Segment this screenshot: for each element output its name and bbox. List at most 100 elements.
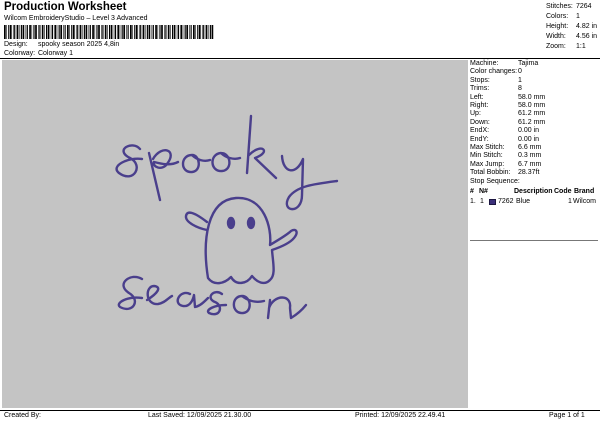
barcode-bar <box>132 25 133 39</box>
barcode-bar <box>126 25 127 39</box>
barcode-bar <box>151 25 153 39</box>
barcode-bar <box>198 25 201 39</box>
spooky-k <box>245 114 278 180</box>
col-description: Description <box>514 188 553 196</box>
info-label: Trims: <box>470 85 490 93</box>
col-brand: Brand <box>574 188 595 196</box>
barcode-bar <box>107 25 108 39</box>
info-row: Min Stitch: 0.3 mm <box>470 152 598 160</box>
design-preview[interactable] <box>2 60 468 408</box>
barcode-bar <box>54 25 57 39</box>
barcode-bar <box>113 25 115 39</box>
barcode-bar <box>127 25 129 39</box>
ghost-right-eye <box>246 216 256 230</box>
info-row: Machine: Tajima <box>470 60 598 68</box>
barcode-bar <box>8 25 10 39</box>
spooky-y <box>280 154 339 211</box>
stat-value: 4.56 in <box>576 33 598 40</box>
info-row: EndX: 0.00 in <box>470 127 598 135</box>
barcode-bar <box>47 25 50 39</box>
season-o <box>232 294 266 315</box>
season-s1 <box>117 275 144 310</box>
info-row: Color changes:0 <box>470 68 598 76</box>
info-label: Left: <box>470 93 484 101</box>
stat-value: 1 <box>576 13 580 20</box>
info-label: EndY: <box>470 135 489 143</box>
barcode-bar <box>29 25 31 39</box>
spooky-s <box>115 144 144 178</box>
barcode-bar <box>152 25 154 39</box>
info-label: Machine: <box>470 60 499 67</box>
barcode-bar <box>172 25 174 39</box>
colorway-row: Colorway: Colorway 1 <box>4 50 73 57</box>
barcode-bar <box>165 25 167 39</box>
barcode-bar <box>205 25 208 39</box>
barcode-bar <box>148 25 151 39</box>
info-value: Tajima <box>518 60 539 67</box>
barcode-bar <box>79 25 82 39</box>
barcode-bar <box>18 25 20 39</box>
barcode-bar <box>159 25 161 39</box>
barcode-bar <box>50 25 52 39</box>
info-row: Total Bobbin: 28.37ft <box>470 169 598 177</box>
barcode-bar <box>41 25 44 39</box>
info-value: 0 <box>518 68 522 76</box>
design-label: Design: <box>4 41 28 48</box>
info-value: 61.2 mm <box>518 110 546 118</box>
info-row: Stops: 1 <box>470 77 598 85</box>
info-row: Trims: 8 <box>470 85 598 93</box>
stat-label: Colors: <box>546 13 569 20</box>
barcode-bar <box>182 25 184 39</box>
info-label: Total Bobbin: <box>470 169 511 177</box>
barcode-bar <box>25 25 27 39</box>
printed-date: Printed: 12/09/2025 22.49.41 <box>355 412 446 419</box>
info-label: Up: <box>470 110 481 118</box>
barcode-bar <box>58 25 60 39</box>
footer-divider <box>0 410 600 411</box>
barcode-bar <box>35 25 37 39</box>
ghost-arm <box>184 211 209 232</box>
barcode-bar <box>189 25 190 39</box>
info-row: Left: 58.0 mm <box>470 94 598 102</box>
season-e <box>145 284 174 306</box>
barcode-bar <box>121 25 123 39</box>
barcode-bar <box>33 25 35 39</box>
stop-sequence-header: # N# Description Code Brand <box>470 187 598 197</box>
col-number: N# <box>479 188 488 196</box>
last-saved: Last Saved: 12/09/2025 21.30.00 <box>148 412 252 419</box>
barcode-bar <box>12 25 14 39</box>
created-by: Created By: <box>4 412 41 419</box>
design-name-row: Design: spooky season 2025 4,8in <box>4 41 119 48</box>
stat-row: Colors: 1 <box>546 12 597 22</box>
barcode-bar <box>98 25 100 39</box>
barcode-bar <box>71 25 73 39</box>
barcode-bar <box>186 25 189 39</box>
design-value: spooky season 2025 4,8in <box>37 41 120 48</box>
season-s2 <box>206 290 228 316</box>
barcode-bar <box>130 25 132 39</box>
barcode-bar <box>138 25 140 39</box>
row-hash: 1. <box>470 198 476 206</box>
ghost-body <box>204 196 298 285</box>
barcode-bar <box>46 25 48 39</box>
stat-row: Stitches: 7264 <box>546 2 597 12</box>
info-row: Max Stitch: 6.6 mm <box>470 144 598 152</box>
row-stitches: 7262 <box>498 198 514 206</box>
barcode-bar <box>4 25 6 39</box>
barcode-bar <box>176 25 178 39</box>
info-row: Right: 58.0 mm <box>470 102 598 110</box>
season-a <box>176 291 210 309</box>
row-number: 1 <box>480 198 484 206</box>
ghost-left-eye <box>226 216 236 230</box>
machine-info-panel: Machine: Tajima Color changes:0 Stops: 1 T… <box>470 60 598 207</box>
stop-sequence-title: Stop Sequence: <box>470 178 520 186</box>
barcode-bar <box>144 25 146 39</box>
info-label: Down: <box>470 118 490 126</box>
page-number: Page 1 of 1 <box>549 412 585 419</box>
barcode-bar <box>119 25 121 39</box>
barcode-bar <box>184 25 186 39</box>
info-value: 8 <box>518 85 522 93</box>
barcode-bar <box>193 25 195 39</box>
row-brand: Wilcom <box>573 198 596 206</box>
info-value: 0.00 in <box>518 135 540 143</box>
